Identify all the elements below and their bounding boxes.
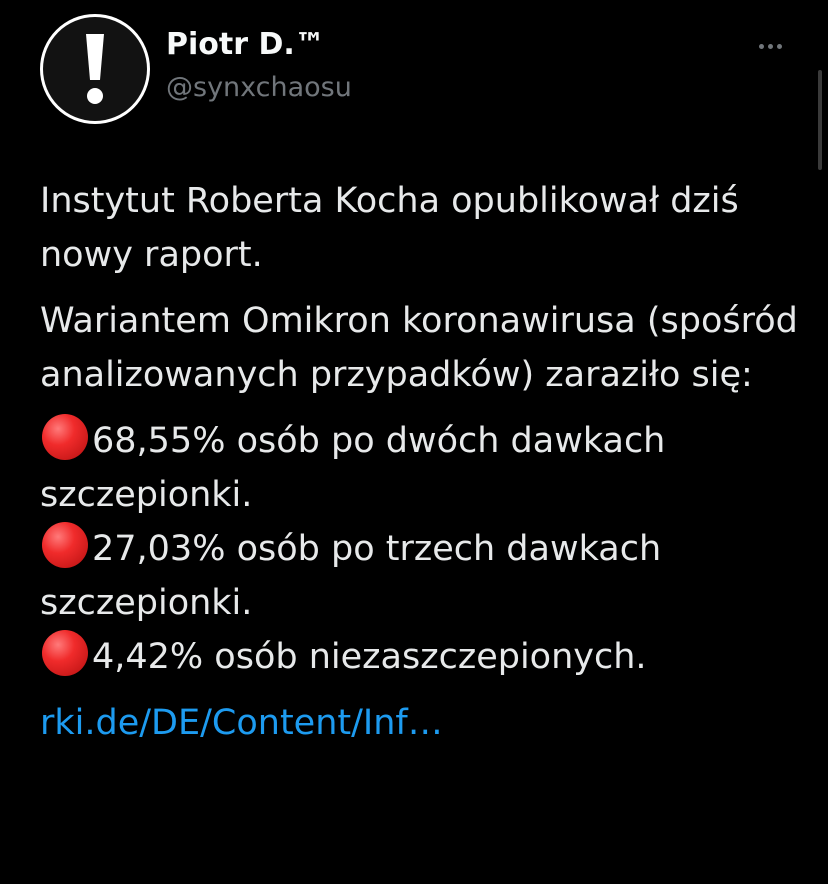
- tweet-paragraph: Wariantem Omikron koronawirusa (spośród …: [40, 301, 798, 395]
- red-circle-icon: [42, 522, 88, 568]
- tweet-paragraph: Instytut Roberta Kocha opublikował dziś …: [40, 181, 739, 275]
- tweet-link[interactable]: rki.de/DE/Content/Inf…: [40, 703, 443, 743]
- tweet-bullet: 68,55% osób po dwóch dawkach szczepionki…: [40, 414, 820, 522]
- author-display-name[interactable]: Piotr D.™: [166, 27, 325, 62]
- bullet-text: 4,42% osób niezaszczepionych.: [92, 637, 647, 677]
- bullet-text: 27,03% osób po trzech dawkach szczepionk…: [40, 529, 662, 623]
- more-options-button[interactable]: [750, 34, 790, 58]
- more-horizontal-icon: [776, 43, 782, 49]
- scrollbar[interactable]: [818, 70, 822, 170]
- tweet-bullet: 27,03% osób po trzech dawkach szczepionk…: [40, 522, 820, 630]
- bullet-text: 68,55% osób po dwóch dawkach szczepionki…: [40, 421, 666, 515]
- avatar[interactable]: [40, 14, 150, 124]
- more-horizontal-icon: [758, 43, 764, 49]
- tweet-link-line: rki.de/DE/Content/Inf…: [40, 696, 820, 750]
- more-horizontal-icon: [767, 43, 773, 49]
- red-circle-icon: [42, 414, 88, 460]
- tweet-bullet: 4,42% osób niezaszczepionych.: [40, 630, 820, 684]
- exclamation-icon: [43, 17, 147, 121]
- red-circle-icon: [42, 630, 88, 676]
- tweet-text: Instytut Roberta Kocha opublikował dziś …: [40, 174, 820, 750]
- author-handle[interactable]: @synxchaosu: [166, 72, 352, 103]
